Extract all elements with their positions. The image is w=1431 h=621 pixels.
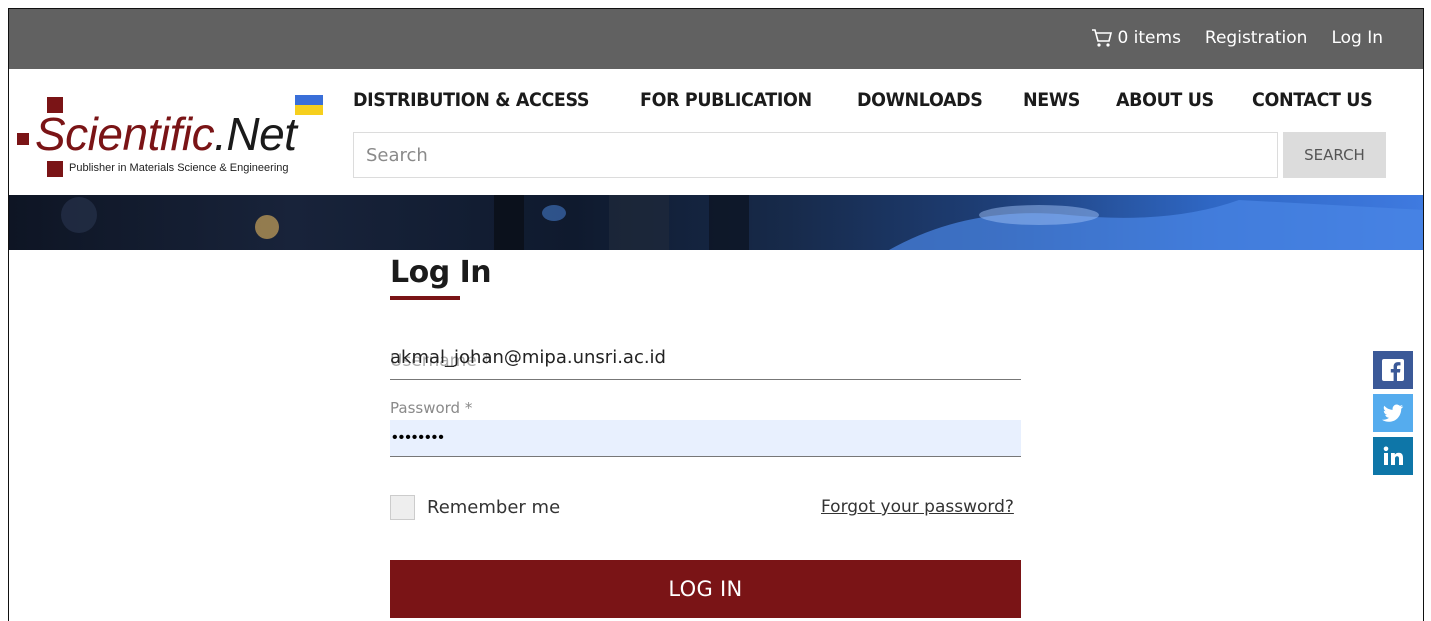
nav-distribution-access[interactable]: DISTRIBUTION & ACCESS <box>353 89 590 111</box>
email-field: Username * <box>390 335 1021 380</box>
remember-checkbox[interactable] <box>390 495 415 520</box>
logo-tagline: Publisher in Materials Science & Enginee… <box>69 162 289 174</box>
top-links: 0 items Registration Log In <box>1091 28 1383 48</box>
twitter-icon <box>1382 404 1404 422</box>
search-input[interactable] <box>354 133 1277 177</box>
page: 0 items Registration Log In Scientific.N… <box>8 8 1424 621</box>
linkedin-share-button[interactable] <box>1373 437 1413 475</box>
cart-count: 0 items <box>1117 28 1181 48</box>
logo[interactable]: Scientific.Net Publisher in Materials Sc… <box>13 91 329 181</box>
password-label: Password * <box>390 399 473 417</box>
email-input[interactable] <box>390 347 1021 368</box>
nav-contact-us[interactable]: CONTACT US <box>1252 89 1373 111</box>
password-input[interactable] <box>390 420 1021 456</box>
social-share <box>1373 351 1413 475</box>
logo-square <box>17 133 29 145</box>
facebook-icon <box>1382 359 1404 381</box>
cart-icon <box>1092 29 1113 47</box>
remember-label[interactable]: Remember me <box>427 497 560 518</box>
logo-name: Scientific.Net <box>35 108 297 160</box>
banner-image <box>61 195 1423 250</box>
top-bar: 0 items Registration Log In <box>9 9 1423 69</box>
nav-about-us[interactable]: ABOUT US <box>1116 89 1214 111</box>
remember-me: Remember me <box>390 495 560 520</box>
search-box <box>353 132 1278 178</box>
linkedin-icon <box>1383 446 1403 465</box>
registration-link[interactable]: Registration <box>1205 28 1308 48</box>
facebook-share-button[interactable] <box>1373 351 1413 389</box>
nav-for-publication[interactable]: FOR PUBLICATION <box>640 89 812 111</box>
ukraine-flag-icon <box>295 95 323 115</box>
twitter-share-button[interactable] <box>1373 394 1413 432</box>
nav-downloads[interactable]: DOWNLOADS <box>857 89 983 111</box>
hero-banner <box>9 195 1423 250</box>
logo-square <box>47 161 63 177</box>
page-title: Log In <box>390 255 492 290</box>
forgot-password-link[interactable]: Forgot your password? <box>821 497 1014 517</box>
top-login-link[interactable]: Log In <box>1331 28 1383 48</box>
nav-news[interactable]: NEWS <box>1023 89 1080 111</box>
title-underline <box>390 296 460 300</box>
search-button[interactable]: SEARCH <box>1283 132 1386 178</box>
login-button[interactable]: LOG IN <box>390 560 1021 618</box>
password-field <box>390 420 1021 457</box>
main-nav: DISTRIBUTION & ACCESS FOR PUBLICATION DO… <box>353 89 1383 111</box>
header: Scientific.Net Publisher in Materials Sc… <box>9 69 1423 195</box>
cart-link[interactable]: 0 items <box>1091 28 1181 48</box>
